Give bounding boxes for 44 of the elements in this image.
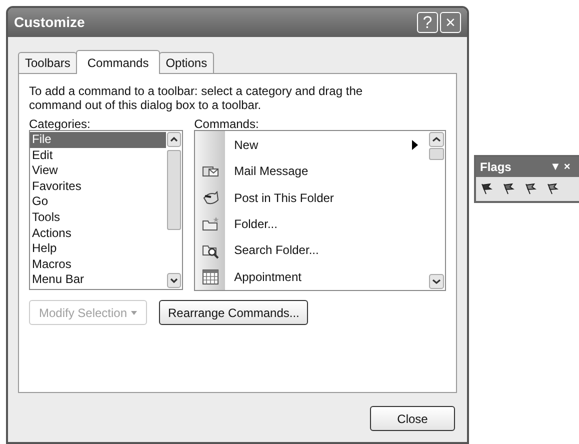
flag-icon[interactable] (547, 183, 559, 195)
category-item[interactable]: Menu Bar (30, 272, 166, 288)
tab[interactable]: Toolbars (18, 52, 78, 73)
scroll-up-icon[interactable] (429, 132, 444, 147)
toolbar-title: Flags (480, 159, 512, 176)
category-item[interactable]: View (30, 163, 166, 179)
command-item[interactable]: Post in This Folder (234, 188, 428, 207)
flag-icon[interactable] (525, 183, 537, 195)
commands-label: Commands: (194, 116, 260, 130)
scroll-thumb[interactable] (429, 148, 444, 160)
category-item[interactable]: Favorites (30, 178, 166, 194)
command-item[interactable]: Search Folder... (234, 241, 428, 260)
tab[interactable]: Commands (76, 50, 160, 74)
calendar-icon (200, 267, 220, 286)
command-item[interactable]: Mail Message (234, 162, 428, 180)
commands-list[interactable]: New Mail Message Post in This Folder Folder... Search Folder... Appointment (194, 130, 446, 291)
category-item[interactable]: Actions (30, 226, 166, 242)
rearrange-commands-button[interactable]: Rearrange Commands... (159, 300, 308, 325)
command-item[interactable]: New (234, 136, 412, 154)
instruction-text: To add a command to a toolbar: select a category and drag the command out of this dialog box to a toolbar. (29, 84, 364, 112)
window-title: Customize (14, 13, 86, 32)
categories-list[interactable]: File Edit View Favorites Go Tools Actions Help Macros Menu Bar (29, 130, 184, 290)
dropdown-arrow-icon[interactable]: ▼ (550, 158, 561, 176)
scroll-thumb[interactable] (167, 150, 182, 230)
close-icon[interactable]: × (564, 158, 570, 176)
command-item[interactable]: Folder... (234, 215, 428, 234)
command-item[interactable]: Appointment (234, 268, 428, 286)
scroll-down-icon[interactable] (429, 274, 444, 289)
flag-icon[interactable] (481, 183, 493, 195)
category-item[interactable]: Edit (30, 148, 166, 164)
scroll-up-icon[interactable] (167, 132, 182, 147)
help-button[interactable]: ? (417, 12, 438, 33)
scroll-down-icon[interactable] (167, 273, 182, 288)
category-item[interactable]: Tools (30, 210, 166, 226)
category-item[interactable]: Help (30, 241, 166, 257)
caret-icon (131, 310, 138, 314)
category-item[interactable]: Macros (30, 256, 166, 272)
category-item[interactable]: File (30, 132, 166, 148)
category-item[interactable]: Go (30, 194, 166, 210)
tab[interactable]: Options (158, 52, 214, 73)
close-button[interactable]: Close (370, 406, 455, 431)
categories-label: Categories: (29, 116, 92, 130)
flag-icon[interactable] (503, 183, 515, 195)
close-window-button[interactable]: × (440, 12, 461, 33)
